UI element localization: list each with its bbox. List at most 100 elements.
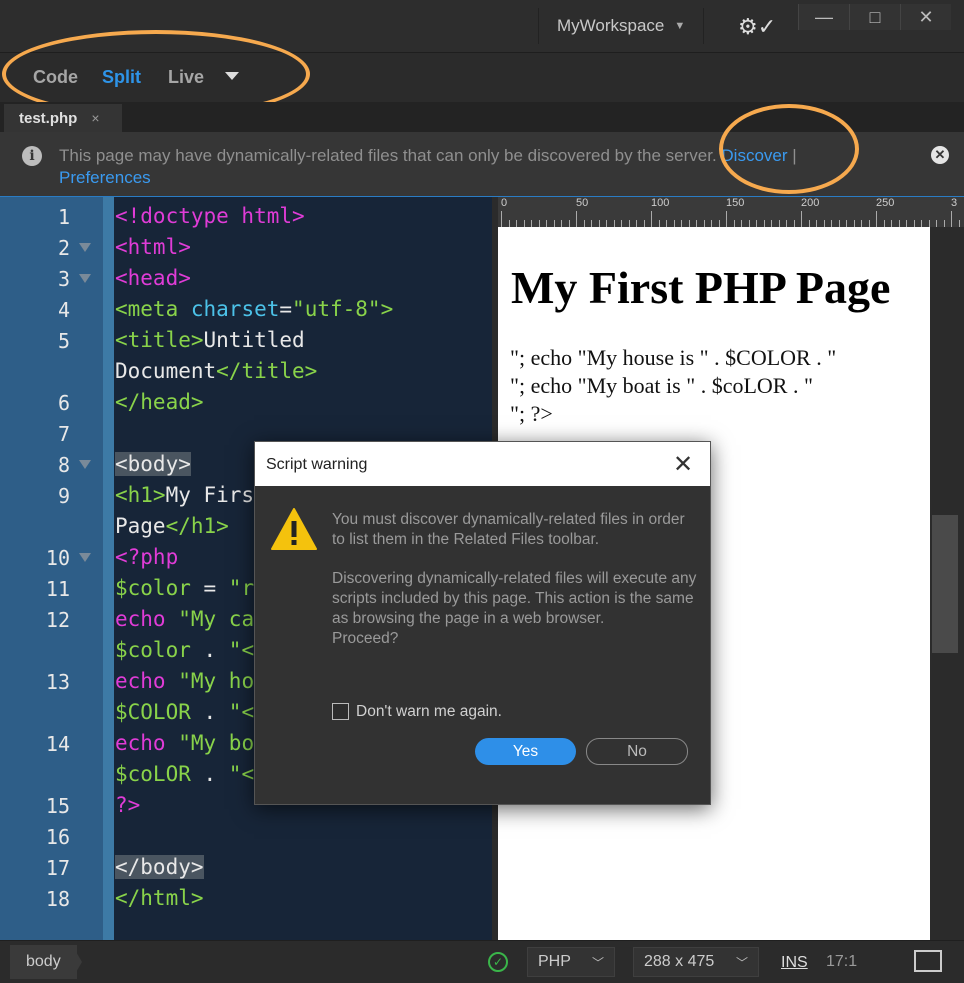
- line-number: 2: [57, 236, 70, 260]
- ruler-tick: [598, 220, 600, 227]
- ruler-tick: [576, 211, 577, 227]
- ruler-tick: [778, 220, 780, 227]
- ruler-tick: [553, 220, 555, 227]
- line-number: 7: [57, 422, 70, 446]
- no-button[interactable]: No: [586, 738, 688, 765]
- minimize-button[interactable]: —: [798, 4, 849, 30]
- ruler-tick: [658, 220, 660, 227]
- tab-test-php[interactable]: test.php ×: [4, 104, 122, 132]
- linting-ok-icon[interactable]: ✓: [488, 952, 508, 972]
- dont-warn-checkbox[interactable]: [332, 703, 349, 720]
- ruler-tick: [876, 211, 877, 227]
- ruler-tick: [808, 220, 810, 227]
- ruler-tick: [936, 220, 937, 227]
- tag-selector-body[interactable]: body: [10, 945, 77, 979]
- info-icon: i: [22, 146, 42, 166]
- ruler-tick: [621, 220, 622, 227]
- scrollbar-thumb[interactable]: [932, 515, 958, 653]
- ruler-tick: [681, 220, 682, 227]
- close-dialog-icon[interactable]: ✕: [673, 450, 693, 479]
- ruler-tick: [546, 220, 547, 227]
- dialog-message-details: Discovering dynamically-related files wi…: [332, 569, 702, 649]
- ruler-tick: [771, 220, 772, 227]
- line-number: 16: [45, 825, 70, 849]
- line-number: 4: [57, 298, 70, 322]
- ruler-tick: [628, 220, 630, 227]
- code-line: <body>: [115, 452, 191, 476]
- code-line: <meta charset="utf-8">: [115, 297, 394, 321]
- script-warning-dialog: Script warning ✕ You must discover dynam…: [254, 441, 711, 805]
- close-tab-icon[interactable]: ×: [91, 110, 99, 126]
- dialog-message: You must discover dynamically-related fi…: [332, 511, 685, 548]
- line-number: 10: [45, 546, 70, 570]
- info-message-text: This page may have dynamically-related f…: [59, 146, 717, 165]
- ruler-tick: [538, 220, 540, 227]
- ruler-tick: [583, 220, 585, 227]
- ruler-tick: [591, 220, 592, 227]
- insert-mode-toggle[interactable]: INS: [781, 954, 808, 972]
- ruler-tick: [913, 220, 915, 227]
- preferences-link[interactable]: Preferences: [59, 168, 151, 187]
- ruler-tick: [763, 220, 765, 227]
- line-number: 3: [57, 267, 70, 291]
- yes-button[interactable]: Yes: [475, 738, 576, 765]
- code-line: </html>: [115, 886, 204, 910]
- code-line: <html>: [115, 235, 191, 259]
- live-heading: My First PHP Page: [511, 262, 891, 313]
- ruler-tick: [823, 220, 825, 227]
- code-line: ?>: [115, 793, 141, 817]
- sync-settings-icon[interactable]: ⚙✓: [738, 14, 776, 40]
- dialog-question: Proceed?: [332, 630, 399, 647]
- ruler-tick: [898, 220, 900, 227]
- ruler-tick: [943, 220, 945, 227]
- close-window-button[interactable]: ✕: [900, 4, 951, 30]
- code-line: </head>: [115, 390, 204, 414]
- ruler-tick: [726, 211, 727, 227]
- fold-arrow-icon[interactable]: [79, 553, 91, 562]
- workspace-label: MyWorkspace: [557, 16, 665, 35]
- line-number: 8: [57, 453, 70, 477]
- code-line: </body>: [115, 855, 204, 879]
- cursor-position: 17:1: [826, 953, 858, 970]
- real-time-preview-icon[interactable]: [914, 950, 942, 972]
- ruler-tick: [606, 220, 607, 227]
- line-number: 13: [45, 670, 70, 694]
- ruler-tick: [651, 211, 652, 227]
- ruler-tick: [643, 220, 645, 227]
- ruler-tick: [816, 220, 817, 227]
- live-text-line: "; echo "My boat is " . $coLOR . ": [510, 373, 813, 398]
- ruler-tick: [508, 220, 510, 227]
- live-text-line: "; echo "My house is " . $COLOR . ": [510, 345, 837, 370]
- document-type-value: PHP: [538, 953, 571, 970]
- fold-arrow-icon[interactable]: [79, 460, 91, 469]
- ruler-tick: [748, 220, 750, 227]
- dialog-title: Script warning: [266, 456, 368, 473]
- dont-warn-label[interactable]: Don't warn me again.: [356, 703, 502, 721]
- window-size-select[interactable]: 288 x 475 ﹀: [633, 947, 759, 977]
- maximize-button[interactable]: □: [849, 4, 900, 30]
- tab-label: test.php: [19, 109, 78, 127]
- line-number: 18: [45, 887, 70, 911]
- document-type-select[interactable]: PHP ﹀: [527, 947, 615, 977]
- workspace-switcher[interactable]: MyWorkspace ▼: [538, 8, 705, 44]
- ruler-tick: [838, 220, 840, 227]
- fold-arrow-icon[interactable]: [79, 243, 91, 252]
- warning-icon: [271, 508, 317, 550]
- ruler-tick: [831, 220, 832, 227]
- ruler-tick: [921, 220, 922, 227]
- fold-arrow-icon[interactable]: [79, 274, 91, 283]
- code-line: <!doctype html>: [115, 204, 305, 228]
- chevron-down-icon: ﹀: [735, 956, 748, 970]
- ruler-label: 250: [876, 197, 895, 209]
- chevron-down-icon: ﹀: [591, 956, 604, 970]
- ruler-tick: [883, 220, 885, 227]
- ruler-label: 50: [576, 197, 589, 209]
- ruler-tick: [718, 220, 720, 227]
- ruler-tick: [958, 220, 960, 227]
- ruler-tick: [928, 220, 930, 227]
- dialog-message-body: Discovering dynamically-related files wi…: [332, 570, 697, 627]
- breadcrumb-arrow: [72, 945, 82, 979]
- close-info-icon[interactable]: ✕: [931, 146, 949, 164]
- window-controls: — □ ✕: [798, 4, 951, 30]
- dialog-title-bar: Script warning ✕: [255, 442, 710, 486]
